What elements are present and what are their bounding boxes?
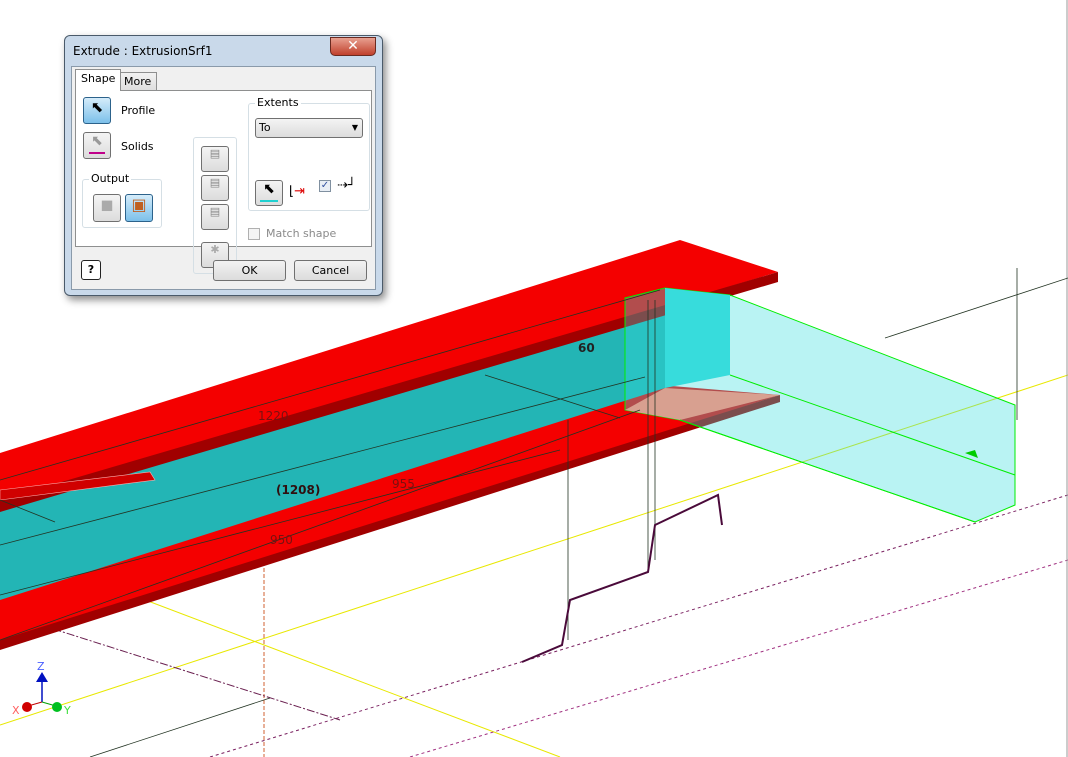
dimension-1208[interactable]: (1208) [276,483,320,497]
chevron-down-icon: ▼ [351,123,358,132]
direction-icon: ▤ [209,205,221,218]
match-shape-label: Match shape [266,227,337,240]
solid-cube-icon: ◼ [100,195,114,214]
close-button[interactable]: ✕ [330,37,376,56]
extrude-dialog: Extrude : ExtrusionSrf1 ✕ Shape More ⬉ P… [64,35,383,296]
help-button[interactable]: ? [81,260,101,280]
output-label: Output [89,172,132,185]
symmetric-button[interactable]: ▤ [201,204,229,230]
z-axis-label: Z [37,660,45,673]
dialog-title: Extrude : ExtrusionSrf1 [73,44,213,58]
help-icon: ? [87,263,95,276]
tab-more[interactable]: More [118,72,158,92]
direction-group: ▤ ▤ ▤ ✱ [193,137,237,274]
cancel-button[interactable]: Cancel [294,260,367,281]
dimension-950[interactable]: 950 [270,533,293,547]
direction-icon: ▤ [209,147,221,160]
dimension-955[interactable]: 955 [392,477,415,491]
extents-value: To [259,121,271,134]
dimension-60[interactable]: 60 [578,341,595,355]
direction-icon: ▤ [209,176,221,189]
terminator-select-button[interactable]: ⬉ [255,180,283,206]
y-axis-label: Y [63,704,71,717]
sketch-profile[interactable] [521,493,723,663]
extrude-preview [624,287,1016,523]
extents-label: Extents [255,96,301,109]
match-shape-checkbox[interactable] [248,228,260,240]
dimension-1220[interactable]: 1220 [258,409,289,423]
output-solid-button[interactable]: ◼ [93,194,121,222]
extents-dropdown[interactable]: To ▼ [255,118,363,138]
tab-shape[interactable]: Shape [75,69,122,91]
output-surface-button[interactable]: ▣ [125,194,153,222]
extend-face-checkbox[interactable]: ✓ [319,180,331,192]
extents-face-icon: ⌊⇥ [289,184,305,199]
x-axis-label: X [12,704,20,717]
surface-cube-icon: ▣ [131,195,147,214]
cursor-arrow-icon: ⬉ [91,133,103,149]
solids-select-button[interactable]: ⬉ [83,132,111,159]
extend-face-icon: ⇢┘ [337,178,356,193]
cursor-arrow-icon: ⬉ [263,181,275,197]
taper-icon: ✱ [210,243,220,256]
profile-select-button[interactable]: ⬉ [83,97,111,124]
extents-group: Extents To ▼ ⬉ ⌊⇥ ✓ ⇢┘ [248,96,370,211]
output-group: Output ◼ ▣ [82,172,162,228]
direction-2-button[interactable]: ▤ [201,175,229,201]
profile-label: Profile [121,104,156,117]
solids-label: Solids [121,140,154,153]
direction-1-button[interactable]: ▤ [201,146,229,172]
ok-button[interactable]: OK [213,260,286,281]
cursor-arrow-icon: ⬉ [90,98,104,116]
view-triad[interactable]: Z X Y [12,660,71,717]
